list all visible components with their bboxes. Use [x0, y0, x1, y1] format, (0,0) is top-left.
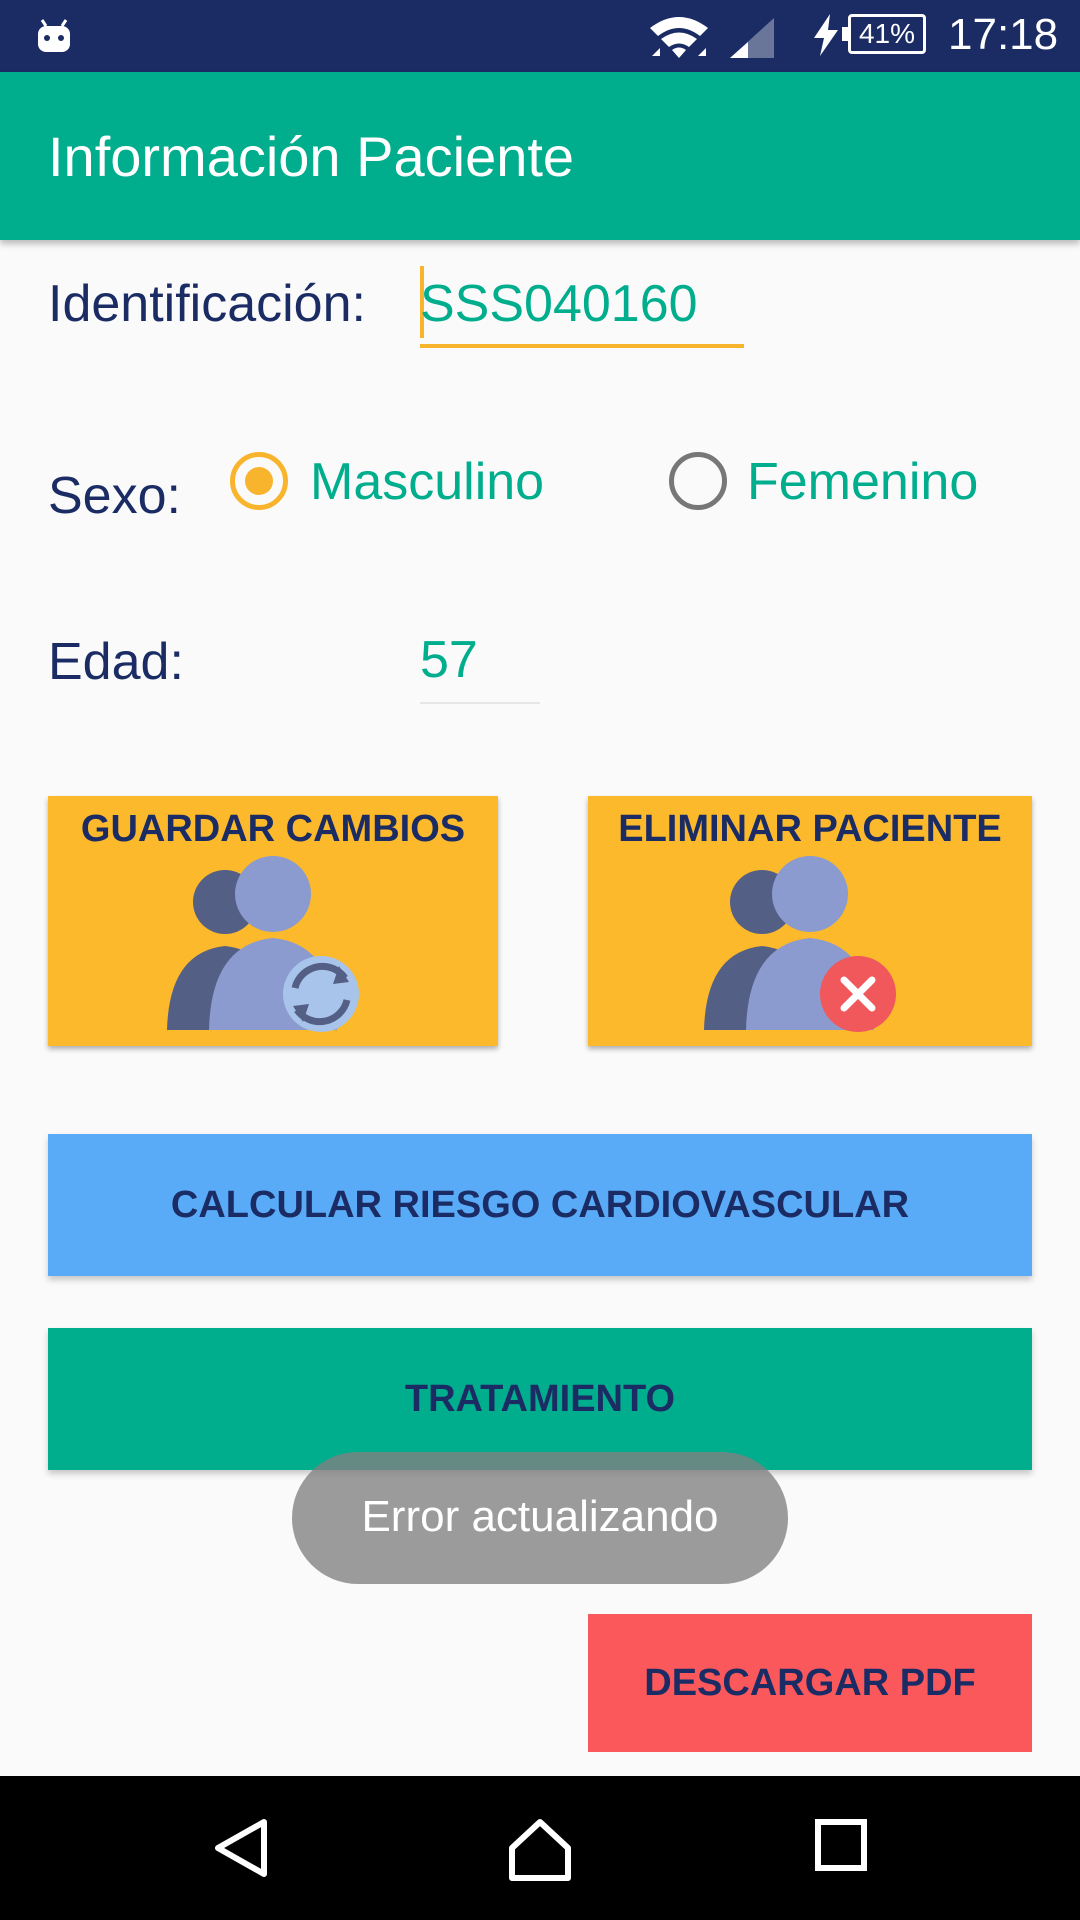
app-bar: Información Paciente: [0, 72, 1080, 240]
android-icon: [38, 19, 70, 52]
wifi-icon: [650, 17, 708, 58]
users-refresh-icon: [167, 856, 359, 1032]
recents-icon[interactable]: [814, 1818, 870, 1874]
age-value: 57: [420, 631, 478, 689]
back-icon[interactable]: [212, 1818, 272, 1878]
navigation-bar: [0, 1776, 1080, 1920]
id-value: SSS040160: [420, 275, 698, 333]
toast: Error actualizando: [292, 1452, 788, 1584]
calculate-risk-button[interactable]: CALCULAR RIESGO CARDIOVASCULAR: [48, 1134, 1032, 1276]
charging-bolt-icon: [814, 14, 838, 56]
page-title: Información Paciente: [48, 125, 575, 188]
radio-masculino-label[interactable]: Masculino: [310, 452, 544, 512]
treatment-label: TRATAMIENTO: [404, 1378, 676, 1420]
radio-femenino[interactable]: [669, 452, 727, 510]
id-label: Identificación:: [48, 275, 366, 333]
status-bar: 41% 17:18: [0, 0, 1080, 72]
radio-masculino[interactable]: [230, 452, 288, 510]
users-delete-icon: [704, 856, 896, 1032]
home-icon[interactable]: [508, 1818, 572, 1882]
battery-icon: 41%: [842, 14, 926, 54]
clock: 17:18: [948, 10, 1059, 59]
age-label: Edad:: [48, 633, 184, 691]
age-input[interactable]: 57: [420, 620, 540, 704]
delete-patient-button[interactable]: ELIMINAR PACIENTE: [588, 796, 1032, 1046]
treatment-button[interactable]: TRATAMIENTO: [48, 1328, 1032, 1470]
signal-icon: [730, 18, 774, 58]
toast-message: Error actualizando: [361, 1492, 719, 1541]
download-pdf-label: DESCARGAR PDF: [644, 1662, 976, 1704]
delete-patient-label: ELIMINAR PACIENTE: [618, 808, 1002, 850]
sex-label: Sexo:: [48, 467, 181, 525]
download-pdf-button[interactable]: DESCARGAR PDF: [588, 1614, 1032, 1752]
save-changes-label: GUARDAR CAMBIOS: [80, 808, 466, 850]
calculate-risk-label: CALCULAR RIESGO CARDIOVASCULAR: [170, 1184, 910, 1226]
save-changes-button[interactable]: GUARDAR CAMBIOS: [48, 796, 498, 1046]
id-input[interactable]: SSS040160: [420, 262, 744, 348]
radio-femenino-label[interactable]: Femenino: [747, 452, 978, 512]
